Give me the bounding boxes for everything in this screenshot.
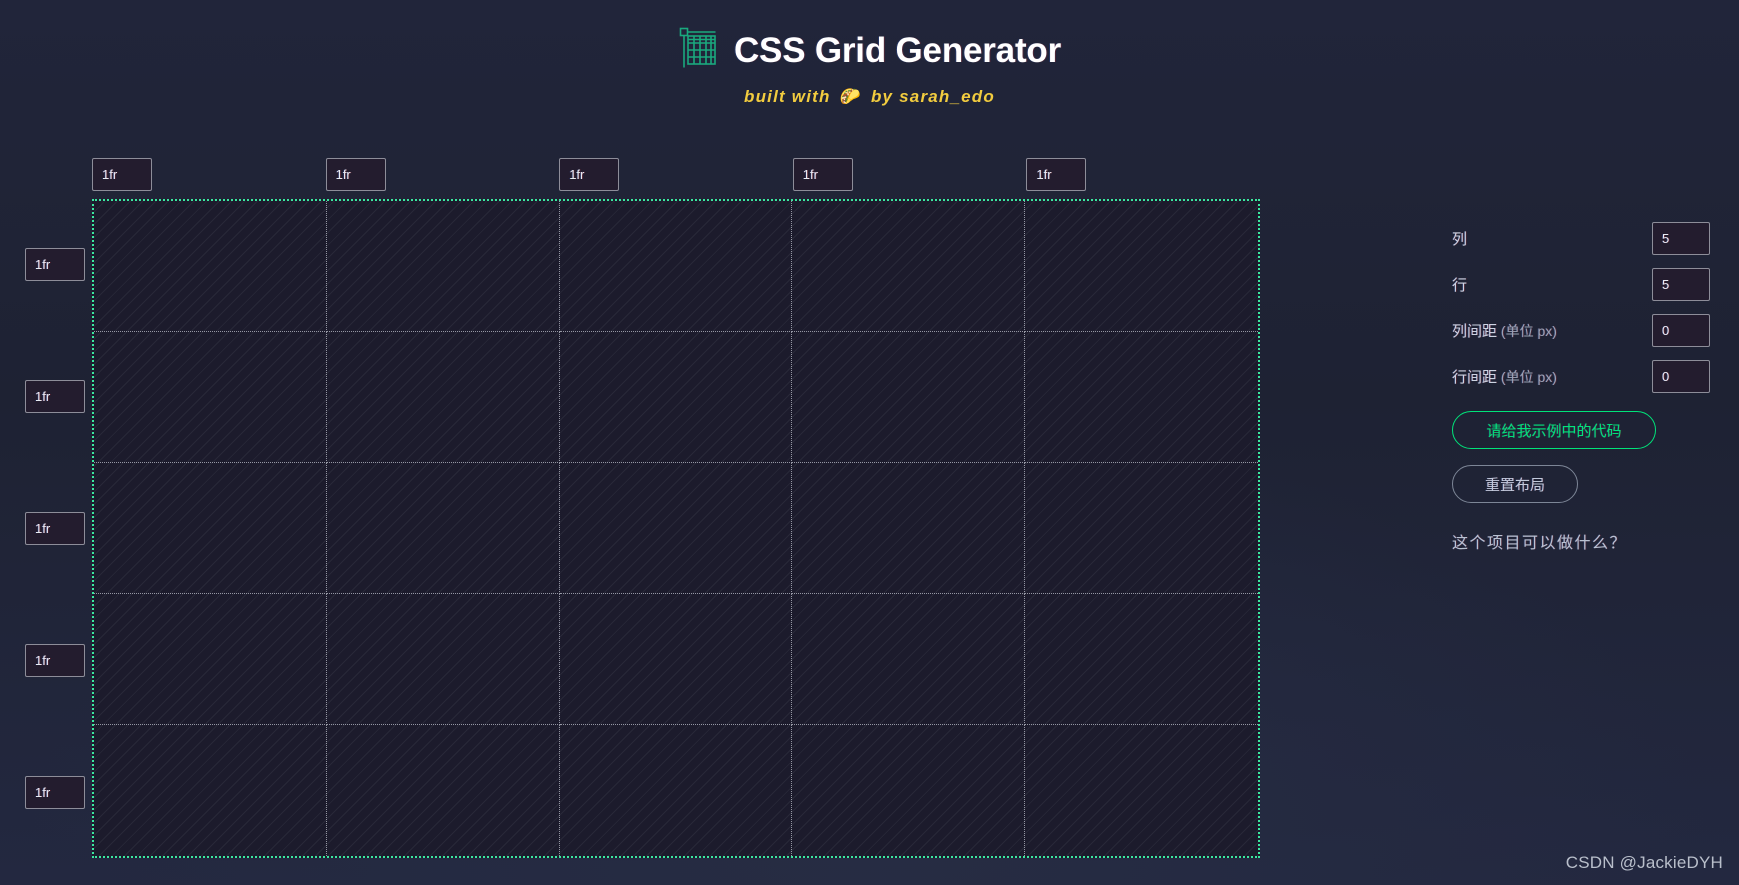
column-gap-label-text: 列间距 xyxy=(1452,323,1498,340)
control-row-rows: 行 xyxy=(1452,268,1710,301)
columns-label: 列 xyxy=(1452,228,1467,249)
grid-cell[interactable] xyxy=(1025,463,1258,594)
grid-cell[interactable] xyxy=(1025,594,1258,725)
grid-cell[interactable] xyxy=(94,201,327,332)
row-gap-label-text: 行间距 xyxy=(1452,369,1498,386)
grid-cell[interactable] xyxy=(1025,201,1258,332)
column-size-input-3[interactable] xyxy=(559,158,620,191)
control-row-columns: 列 xyxy=(1452,222,1710,255)
columns-label-text: 列 xyxy=(1452,231,1468,248)
grid-preview[interactable] xyxy=(92,199,1260,858)
row-size-input-4[interactable] xyxy=(25,643,85,677)
reset-layout-button[interactable]: 重置布局 xyxy=(1452,465,1578,503)
column-gap-input[interactable] xyxy=(1652,314,1710,347)
row-size-input-1[interactable] xyxy=(25,248,85,282)
controls-sidebar: 列 行 列间距 (单位 px) 行间距 (单位 px) 请给我示例中的代码 重置… xyxy=(1452,222,1710,553)
row-gap-label: 行间距 (单位 px) xyxy=(1452,366,1557,387)
grid-cell[interactable] xyxy=(559,332,793,463)
column-size-input-5[interactable] xyxy=(1026,158,1087,191)
column-size-input-2[interactable] xyxy=(325,158,386,191)
grid-cell[interactable] xyxy=(792,463,1026,594)
grid-cell[interactable] xyxy=(792,594,1026,725)
column-size-input-4[interactable] xyxy=(792,158,853,191)
grid-cell[interactable] xyxy=(792,201,1026,332)
row-size-input-5[interactable] xyxy=(25,775,85,809)
row-size-input-2[interactable] xyxy=(25,380,85,414)
grid-cell[interactable] xyxy=(94,594,327,725)
grid-cell[interactable] xyxy=(560,725,793,856)
row-gap-label-unit: (单位 px) xyxy=(1497,369,1557,385)
grid-cell[interactable] xyxy=(1025,332,1258,463)
watermark: CSDN @JackieDYH xyxy=(1565,853,1723,872)
grid-cell[interactable] xyxy=(326,594,560,725)
grid-cell[interactable] xyxy=(326,332,560,463)
rows-input[interactable] xyxy=(1652,268,1710,301)
row-size-inputs xyxy=(25,199,85,858)
rows-label: 行 xyxy=(1452,274,1467,295)
rows-label-text: 行 xyxy=(1452,277,1468,294)
control-row-column-gap: 列间距 (单位 px) xyxy=(1452,314,1710,347)
grid-cell[interactable] xyxy=(326,463,560,594)
grid-cell[interactable] xyxy=(94,332,327,463)
grid-cell[interactable] xyxy=(94,463,327,594)
column-size-inputs xyxy=(92,158,1260,191)
column-gap-label-unit: (单位 px) xyxy=(1497,323,1557,339)
grid-cell[interactable] xyxy=(559,463,793,594)
row-gap-input[interactable] xyxy=(1652,360,1710,393)
column-gap-label: 列间距 (单位 px) xyxy=(1452,320,1557,341)
grid-cell[interactable] xyxy=(559,201,793,332)
columns-input[interactable] xyxy=(1652,222,1710,255)
grid-cell[interactable] xyxy=(1025,725,1258,856)
row-size-input-3[interactable] xyxy=(25,511,85,545)
grid-cell[interactable] xyxy=(326,201,560,332)
grid-cell[interactable] xyxy=(559,594,793,725)
column-size-input-1[interactable] xyxy=(92,158,152,191)
help-link[interactable]: 这个项目可以做什么？ xyxy=(1452,529,1710,553)
show-code-button[interactable]: 请给我示例中的代码 xyxy=(1452,411,1656,449)
grid-cell[interactable] xyxy=(327,725,560,856)
grid-cell[interactable] xyxy=(94,725,327,856)
control-row-row-gap: 行间距 (单位 px) xyxy=(1452,360,1710,393)
grid-cell[interactable] xyxy=(792,725,1026,856)
grid-cell[interactable] xyxy=(792,332,1026,463)
